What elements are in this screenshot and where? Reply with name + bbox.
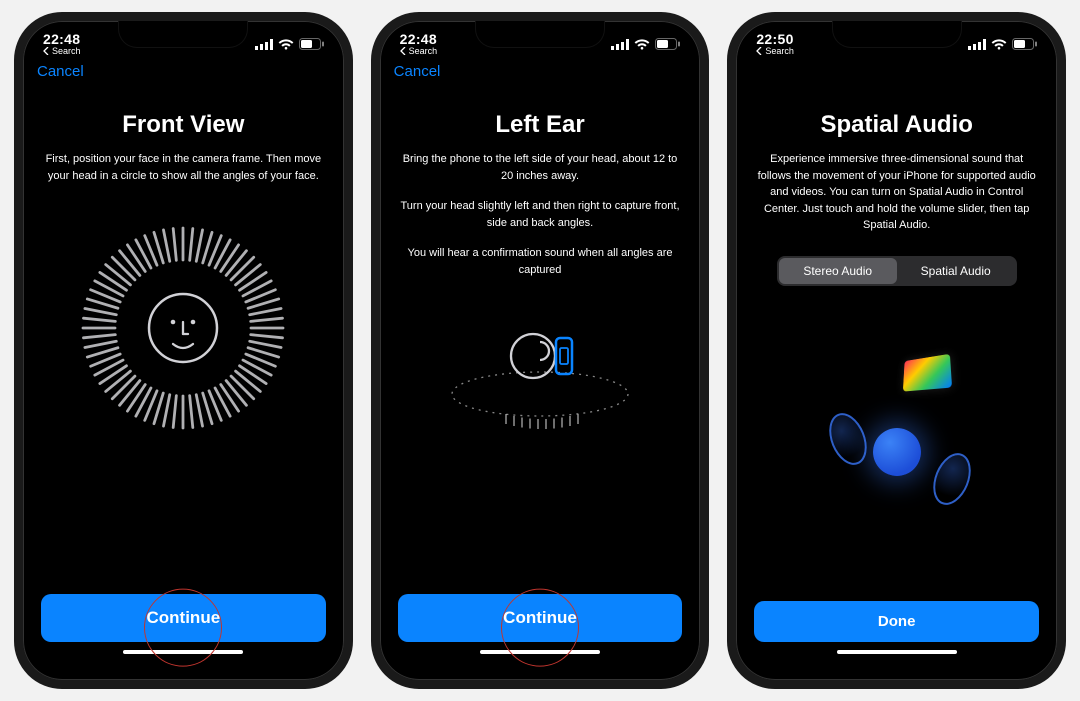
notch [119,21,247,47]
back-label: Search [409,47,438,56]
battery-icon [299,38,324,50]
cancel-button[interactable]: Cancel [37,63,84,80]
page-description: Experience immersive three-dimensional s… [757,151,1037,234]
status-indicators [611,38,680,50]
notch [476,21,604,47]
page-description-2: Turn your head slightly left and then ri… [400,198,680,231]
status-time: 22:50 [756,32,794,47]
phone-left-ear: 22:48 Search Cancel Left Ear Bring the p… [371,12,710,689]
continue-button[interactable]: Continue [41,594,326,642]
back-to-search[interactable]: Search [43,47,81,56]
continue-button[interactable]: Continue [398,594,683,642]
faceid-ring-illustration [73,218,293,438]
chevron-left-icon [43,47,50,55]
footer: Continue [23,594,344,680]
wifi-icon [991,39,1007,50]
battery-icon [1012,38,1037,50]
notch [833,21,961,47]
page-description-1: Bring the phone to the left side of your… [400,151,680,184]
phone-front-view: 22:48 Search Cancel Front View First, po… [14,12,353,689]
footer: Continue [380,594,701,680]
chevron-left-icon [400,47,407,55]
segment-spatial[interactable]: Spatial Audio [897,258,1015,284]
ear-illustration [440,306,640,446]
home-indicator[interactable] [123,650,243,654]
chevron-left-icon [756,47,763,55]
cancel-button[interactable]: Cancel [394,63,441,80]
page-description: First, position your face in the camera … [43,151,323,184]
wifi-icon [634,39,650,50]
wifi-icon [278,39,294,50]
page-title: Front View [122,111,244,139]
home-indicator[interactable] [837,650,957,654]
cellular-icon [611,39,629,50]
back-to-search[interactable]: Search [756,47,794,56]
done-button[interactable]: Done [754,601,1039,642]
audio-mode-segmented[interactable]: Stereo Audio Spatial Audio [777,256,1017,286]
spatial-audio-illustration [787,332,1007,532]
nav-bar: Cancel [380,59,701,87]
page-description-3: You will hear a confirmation sound when … [400,245,680,278]
head-icon [873,428,921,476]
speaker-right-icon [926,447,978,510]
nav-bar [736,59,1057,87]
segment-stereo[interactable]: Stereo Audio [779,258,897,284]
back-to-search[interactable]: Search [400,47,438,56]
battery-icon [655,38,680,50]
status-indicators [255,38,324,50]
cellular-icon [255,39,273,50]
nav-bar: Cancel [23,59,344,87]
content-area: Left Ear Bring the phone to the left sid… [380,87,701,594]
content-area: Front View First, position your face in … [23,87,344,594]
content-area: Spatial Audio Experience immersive three… [736,87,1057,601]
back-label: Search [52,47,81,56]
display-icon [903,353,952,391]
footer: Done [736,601,1057,680]
status-time: 22:48 [43,32,81,47]
status-time: 22:48 [400,32,438,47]
speaker-left-icon [822,407,874,470]
page-title: Spatial Audio [820,111,972,139]
cellular-icon [968,39,986,50]
status-indicators [968,38,1037,50]
page-title: Left Ear [495,111,584,139]
back-label: Search [765,47,794,56]
phone-spatial-audio: 22:50 Search Spatial Audio Experience im… [727,12,1066,689]
home-indicator[interactable] [480,650,600,654]
